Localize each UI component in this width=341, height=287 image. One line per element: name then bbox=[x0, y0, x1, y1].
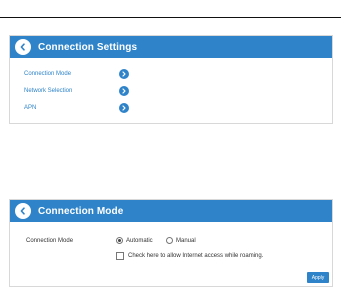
radio-manual[interactable]: Manual bbox=[166, 237, 196, 244]
chevron-right-icon bbox=[122, 105, 126, 111]
menu-item-network-selection[interactable]: Network Selection bbox=[24, 86, 129, 96]
go-button[interactable] bbox=[119, 86, 129, 96]
connection-settings-panel: Connection Settings Connection Mode Netw… bbox=[9, 35, 333, 124]
chevron-left-icon bbox=[20, 43, 25, 51]
menu-item-apn[interactable]: APN bbox=[24, 103, 129, 113]
connection-mode-panel: Connection Mode Connection Mode Automati… bbox=[9, 199, 333, 287]
radio-button-manual[interactable] bbox=[166, 237, 173, 244]
chevron-right-icon bbox=[122, 88, 126, 94]
radio-button-automatic[interactable] bbox=[116, 237, 123, 244]
back-button[interactable] bbox=[15, 203, 31, 219]
radio-label-manual: Manual bbox=[176, 237, 196, 244]
menu-item-label: APN bbox=[24, 105, 37, 111]
apply-button[interactable]: Apply bbox=[307, 272, 329, 283]
page-title: Connection Mode bbox=[38, 205, 124, 217]
go-button[interactable] bbox=[119, 103, 129, 113]
menu-item-connection-mode[interactable]: Connection Mode bbox=[24, 69, 129, 79]
page-title: Connection Settings bbox=[38, 41, 138, 53]
roaming-checkbox-label: Check here to allow Internet access whil… bbox=[128, 253, 264, 259]
radio-automatic[interactable]: Automatic bbox=[116, 237, 153, 244]
radio-label-automatic: Automatic bbox=[126, 237, 153, 244]
chevron-left-icon bbox=[20, 207, 25, 215]
go-button[interactable] bbox=[119, 69, 129, 79]
connection-mode-label: Connection Mode bbox=[26, 238, 74, 244]
roaming-checkbox[interactable] bbox=[116, 252, 124, 260]
connection-settings-header: Connection Settings bbox=[10, 36, 332, 58]
menu-item-label: Network Selection bbox=[24, 88, 73, 94]
chevron-right-icon bbox=[122, 71, 126, 77]
back-button[interactable] bbox=[15, 39, 31, 55]
top-divider bbox=[0, 17, 341, 18]
connection-mode-header: Connection Mode bbox=[10, 200, 332, 222]
menu-item-label: Connection Mode bbox=[24, 71, 72, 77]
roaming-option[interactable]: Check here to allow Internet access whil… bbox=[116, 252, 263, 260]
